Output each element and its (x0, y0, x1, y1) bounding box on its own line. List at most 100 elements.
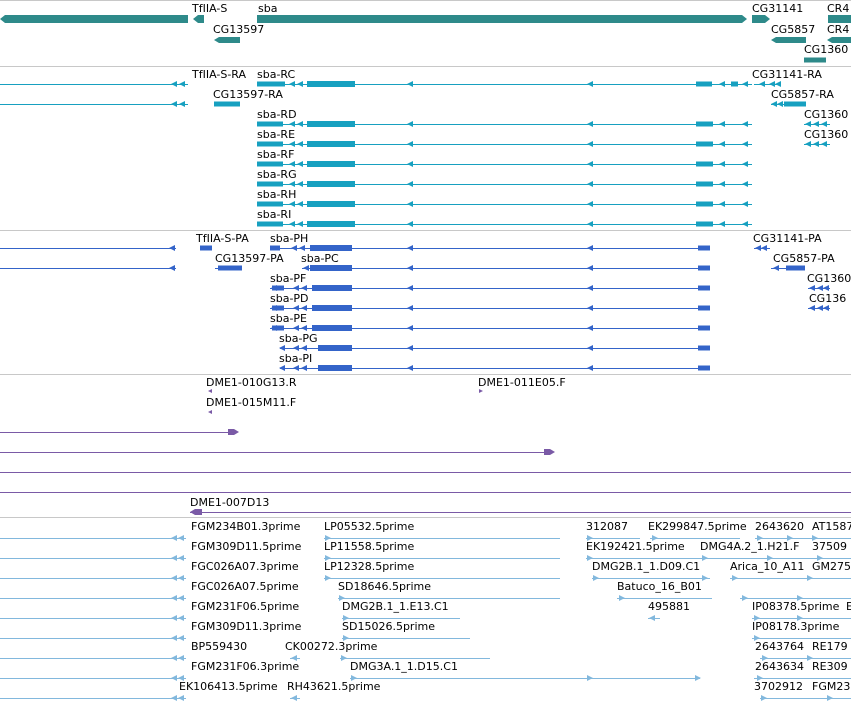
est-label-sd18646[interactable]: SD18646.5prime (338, 580, 431, 593)
est-label-re179[interactable]: RE179 (812, 640, 848, 653)
strand-arrow (301, 305, 307, 311)
est-label-fgm234b01[interactable]: FGM234B01.3prime (191, 520, 300, 533)
gene-label-cr4-b[interactable]: CR4 (827, 23, 849, 36)
est-label-dmg2b1-e13[interactable]: DMG2B.1_1.E13.C1 (342, 600, 449, 613)
transcript-label-sba-pg[interactable]: sba-PG (279, 332, 318, 345)
est-label-fgm231f06-3[interactable]: FGM231F06.3prime (191, 660, 299, 673)
transcript-label-tfiia-s-ra[interactable]: TfIIA-S-RA (192, 68, 246, 81)
est-label-lp11558[interactable]: LP11558.5prime (324, 540, 414, 553)
strand-arrow (171, 615, 177, 621)
strand-arrow (325, 575, 331, 581)
transcript-label-cg5857-ra[interactable]: CG5857-RA (771, 88, 834, 101)
transcript-label-tfiia-s-pa[interactable]: TfIIA-S-PA (196, 232, 249, 245)
exon-block (307, 141, 355, 147)
transcript-label-sba-rg[interactable]: sba-RG (257, 168, 297, 181)
transcript-label-sba-ri[interactable]: sba-RI (257, 208, 291, 221)
strand-arrow (587, 265, 593, 271)
gene-label-cg31141[interactable]: CG31141 (752, 2, 803, 15)
transcript-label-cg1360-b[interactable]: CG1360 (804, 128, 848, 141)
gene-label-cg13597[interactable]: CG13597 (213, 23, 264, 36)
est-label-e495881[interactable]: 495881 (648, 600, 690, 613)
est-label-e-b[interactable]: E (846, 600, 851, 613)
est-label-rh43621[interactable]: RH43621.5prime (287, 680, 380, 693)
transcript-label-sba-rd[interactable]: sba-RD (257, 108, 297, 121)
est-label-bp559430[interactable]: BP559430 (191, 640, 247, 653)
est-label-fgm309d11-5[interactable]: FGM309D11.5prime (191, 540, 301, 553)
strand-arrow (178, 695, 184, 701)
est-label-fgm231f06-5[interactable]: FGM231F06.5prime (191, 600, 299, 613)
est-label-gm275[interactable]: GM275 (812, 560, 851, 573)
est-label-ek106413[interactable]: EK106413.5prime (179, 680, 278, 693)
transcript-label-cg136[interactable]: CG136 (809, 292, 846, 305)
strand-arrow (289, 181, 295, 187)
strand-arrow (807, 575, 813, 581)
transcript-label-sba-rh[interactable]: sba-RH (257, 188, 296, 201)
transcript-label-cg1360-c[interactable]: CG1360 (807, 272, 851, 285)
transcript-label-sba-re[interactable]: sba-RE (257, 128, 295, 141)
est-label-e2643620[interactable]: 2643620 (755, 520, 804, 533)
strand-arrow (479, 389, 483, 393)
bac-end-label-dme1-010g13-r[interactable]: DME1-010G13.R (206, 376, 297, 389)
strand-arrow (407, 181, 413, 187)
transcript-label-sba-pf[interactable]: sba-PF (270, 272, 306, 285)
est-label-fgm309d11-3[interactable]: FGM309D11.3prime (191, 620, 301, 633)
strand-arrow (777, 101, 783, 107)
bac-end-label-dme1-011e05-f[interactable]: DME1-011E05.F (478, 376, 566, 389)
est-label-at1587[interactable]: AT1587 (812, 520, 851, 533)
est-label-re309[interactable]: RE309 (812, 660, 848, 673)
est-label-dmg3a1[interactable]: DMG3A.1_1.D15.C1 (350, 660, 458, 673)
strand-arrow (171, 635, 177, 641)
gene-label-sba[interactable]: sba (258, 2, 277, 15)
est-label-e2643764[interactable]: 2643764 (755, 640, 804, 653)
est-label-lp05532[interactable]: LP05532.5prime (324, 520, 414, 533)
transcript-label-sba-pi[interactable]: sba-PI (279, 352, 312, 365)
exon-block (804, 57, 826, 63)
est-label-fgc026a07-5[interactable]: FGC026A07.5prime (191, 580, 299, 593)
transcript-label-sba-ph[interactable]: sba-PH (270, 232, 308, 245)
est-label-lp12328[interactable]: LP12328.5prime (324, 560, 414, 573)
transcript-label-cg13597-pa[interactable]: CG13597-PA (215, 252, 284, 265)
exon-block (828, 15, 851, 23)
transcript-label-sba-rc[interactable]: sba-RC (257, 68, 295, 81)
exon-block (318, 365, 352, 371)
est-label-fgc026a07-3[interactable]: FGC026A07.3prime (191, 560, 299, 573)
feature-head (0, 15, 188, 23)
strand-arrow (289, 141, 295, 147)
transcript-label-cg31141-ra[interactable]: CG31141-RA (752, 68, 822, 81)
est-label-ek299847[interactable]: EK299847.5prime (648, 520, 747, 533)
est-label-batuco[interactable]: Batuco_16_B01 (617, 580, 702, 593)
est-label-fgm23[interactable]: FGM23 (812, 680, 850, 693)
est-label-dmg2b1-d09[interactable]: DMG2B.1_1.D09.C1 (592, 560, 700, 573)
exon-block (318, 345, 352, 351)
est-label-e3702912[interactable]: 3702912 (754, 680, 803, 693)
transcript-label-cg13597-ra[interactable]: CG13597-RA (213, 88, 283, 101)
transcript-label-cg31141-pa[interactable]: CG31141-PA (753, 232, 822, 245)
est-label-sd15026[interactable]: SD15026.5prime (342, 620, 435, 633)
bac-end-label-dme1-015m11-f[interactable]: DME1-015M11.F (206, 396, 296, 409)
strand-arrow (171, 555, 177, 561)
transcript-label-sba-pd[interactable]: sba-PD (270, 292, 309, 305)
transcript-label-sba-pe[interactable]: sba-PE (270, 312, 307, 325)
transcript-label-cg5857-pa[interactable]: CG5857-PA (773, 252, 835, 265)
gene-label-cg1360[interactable]: CG1360 (804, 43, 848, 56)
strand-arrow (742, 161, 748, 167)
exon-block (257, 141, 283, 147)
bac-end-label-dme1-007d13[interactable]: DME1-007D13 (190, 496, 269, 509)
est-label-ip08178[interactable]: IP08178.3prime (752, 620, 839, 633)
transcript-label-sba-pc[interactable]: sba-PC (301, 252, 339, 265)
track-canvas (0, 0, 851, 701)
transcript-label-cg1360-a[interactable]: CG1360 (804, 108, 848, 121)
est-label-e37509[interactable]: 37509 (812, 540, 847, 553)
gene-label-tfiia-s[interactable]: TfIIA-S (192, 2, 227, 15)
gene-label-cr4[interactable]: CR4 (827, 2, 849, 15)
est-label-ek192421[interactable]: EK192421.5prime (586, 540, 685, 553)
est-label-dmg4a2[interactable]: DMG4A.2_1.H21.F (700, 540, 799, 553)
est-label-e312087[interactable]: 312087 (586, 520, 628, 533)
strand-arrow (407, 221, 413, 227)
transcript-label-sba-rf[interactable]: sba-RF (257, 148, 294, 161)
est-label-ip08378[interactable]: IP08378.5prime (752, 600, 839, 613)
gene-label-cg5857[interactable]: CG5857 (771, 23, 815, 36)
est-label-e2643634[interactable]: 2643634 (755, 660, 804, 673)
est-label-ck00272[interactable]: CK00272.3prime (285, 640, 377, 653)
est-label-arica[interactable]: Arica_10_A11 (730, 560, 804, 573)
